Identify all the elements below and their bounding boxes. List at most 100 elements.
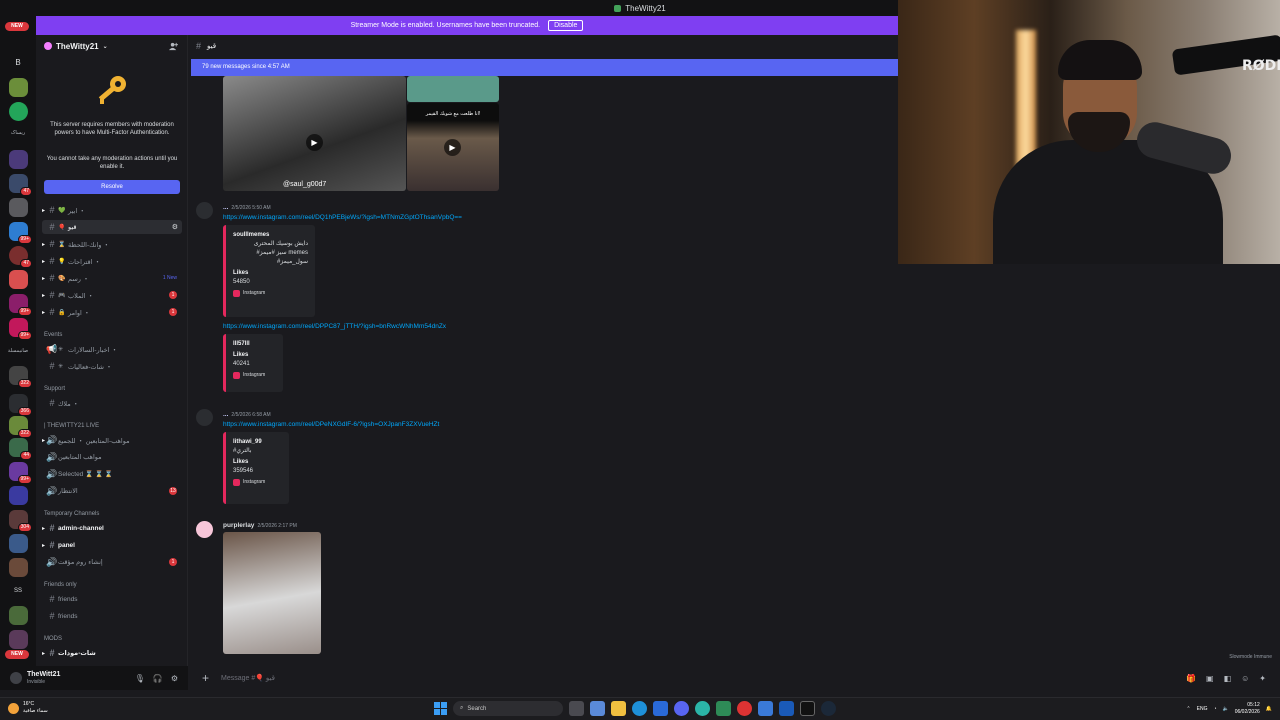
gif-icon[interactable]: ▣ <box>1206 674 1214 683</box>
embed-author[interactable]: lll57lll <box>233 340 276 349</box>
app-icon[interactable] <box>779 701 794 716</box>
headphones-icon[interactable]: 🎧 <box>153 674 163 683</box>
server-icon[interactable] <box>9 630 28 649</box>
channel-item[interactable]: ▸ # 💚 ابير ・ <box>42 203 182 217</box>
server-icon[interactable] <box>9 558 28 577</box>
gift-icon[interactable]: 🎁 <box>1186 674 1196 683</box>
file-explorer-icon[interactable] <box>611 701 626 716</box>
weather-widget[interactable]: 16°C سماء صافية <box>8 701 48 715</box>
server-icon[interactable]: 44 <box>9 438 32 460</box>
channel-item[interactable]: ▸ # 🔒 اوامر ・ 1 <box>42 305 182 319</box>
app-icon[interactable] <box>737 701 752 716</box>
resolve-button[interactable]: Resolve <box>44 180 180 194</box>
tray-chevron-icon[interactable]: ⌃ <box>1186 706 1190 712</box>
channel-item[interactable]: 🔊 Selected ⌛ ⌛ ⌛ <box>42 467 182 481</box>
obs-icon[interactable] <box>800 701 815 716</box>
server-icon[interactable]: 99+ <box>9 222 32 244</box>
server-icon[interactable]: 322 <box>9 366 32 388</box>
gear-icon[interactable]: ⚙ <box>171 674 178 683</box>
avatar[interactable] <box>196 202 213 219</box>
notification-bell-icon[interactable]: 🔔 <box>1266 706 1272 712</box>
server-icon[interactable] <box>9 486 28 505</box>
server-icon[interactable]: 99+ <box>9 294 32 316</box>
new-messages-bar[interactable]: 79 new messages since 4:57 AM <box>191 59 898 76</box>
message-input[interactable]: Message #🎈 قيو <box>221 674 275 682</box>
video-attachment[interactable]: ▶ @saul_g00d7 <box>223 76 406 191</box>
wifi-icon[interactable]: ◔ <box>1213 706 1216 712</box>
server-icon[interactable]: 366 <box>9 394 32 416</box>
message-link[interactable]: https://www.instagram.com/reel/DQ1hPEBje… <box>223 214 462 221</box>
category-mods[interactable]: MODS <box>44 636 62 642</box>
channel-item[interactable]: 🔊 الانتظار 13 <box>42 484 182 498</box>
task-view-icon[interactable] <box>569 701 584 716</box>
server-icon[interactable] <box>9 78 28 97</box>
message-author[interactable]: purplerlay <box>223 522 254 529</box>
server-icon[interactable]: 47 <box>9 246 32 268</box>
channel-item[interactable]: ▸ # 💡 اقتراحات ・ <box>42 254 182 268</box>
microphone-icon[interactable]: 🎙 <box>135 674 145 683</box>
channel-item[interactable]: # friends <box>42 592 182 606</box>
play-icon[interactable]: ▶ <box>306 134 323 151</box>
steam-icon[interactable] <box>821 701 836 716</box>
channel-item[interactable]: ▸ # 🎨 رسم ・ 1 New <box>42 271 182 285</box>
server-letter-b[interactable]: B <box>2 58 34 67</box>
new-unreads-pill[interactable]: NEW <box>5 22 29 31</box>
category-live[interactable]: | THEWITTY21 LIVE <box>44 423 99 429</box>
channel-item[interactable]: ▸ # ⌛ وانك-اللحظة ・ <box>42 237 182 251</box>
server-icon[interactable] <box>9 102 28 121</box>
channel-item[interactable]: 🔊 مواهب المتابعين <box>42 450 182 464</box>
windows-start-icon[interactable] <box>434 702 447 715</box>
guild-header[interactable]: TheWitty21 ⌄ <box>36 35 188 57</box>
volume-icon[interactable]: 🔈 <box>1223 706 1229 712</box>
category-events[interactable]: Events <box>44 332 62 338</box>
app-icon[interactable] <box>590 701 605 716</box>
embed-author[interactable]: lithawi_99 <box>233 438 282 447</box>
play-icon[interactable]: ▶ <box>444 139 461 156</box>
channel-item[interactable]: # friends <box>42 609 182 623</box>
server-icon[interactable] <box>9 150 28 169</box>
channel-item[interactable]: 🔊 إنشاء روم مؤقت 1 <box>42 555 182 569</box>
server-letter-ss[interactable]: SS <box>2 588 34 594</box>
server-icon[interactable] <box>9 606 28 625</box>
emoji-icon[interactable]: ☺ <box>1241 674 1249 683</box>
server-icon[interactable]: 304 <box>9 510 32 532</box>
channel-item[interactable]: ▸ # 🎮 الملاب ・ 1 <box>42 288 182 302</box>
discord-icon[interactable] <box>674 701 689 716</box>
server-icon[interactable]: 322 <box>9 416 32 438</box>
sticker-icon[interactable]: ◧ <box>1224 674 1232 683</box>
server-label[interactable]: ریساک <box>2 130 34 136</box>
category-support[interactable]: Support <box>44 386 65 392</box>
disable-streamer-button[interactable]: Disable <box>548 20 584 31</box>
chrome-icon[interactable] <box>695 701 710 716</box>
message-author[interactable]: ... <box>223 204 228 211</box>
channel-item-active[interactable]: # 🎈 قيو ⚙ <box>42 220 182 234</box>
channel-settings-icon[interactable]: ⚙ <box>172 223 178 231</box>
server-icon[interactable]: 99+ <box>9 318 32 340</box>
avatar[interactable] <box>196 521 213 538</box>
add-attachment-icon[interactable]: + <box>202 671 209 685</box>
message-link[interactable]: https://www.instagram.com/reel/DPPC87_jT… <box>223 323 446 330</box>
channel-item[interactable]: 📢 ✳ اخبار-السالارات ・ <box>42 342 182 356</box>
apps-icon[interactable]: ✦ <box>1259 674 1266 683</box>
video-attachment[interactable]: انا طلعت مع شوبك القيمر! ▶ <box>407 103 499 191</box>
image-attachment[interactable] <box>407 76 499 102</box>
app-icon[interactable] <box>758 701 773 716</box>
store-icon[interactable] <box>653 701 668 716</box>
category-friends[interactable]: Friends only <box>44 582 77 588</box>
channel-item[interactable]: ▸ # شات-مودات <box>42 646 182 660</box>
server-label[interactable]: صانيمسلة <box>2 348 34 354</box>
server-icon[interactable]: 47 <box>9 174 32 196</box>
edge-icon[interactable] <box>632 701 647 716</box>
message-author[interactable]: ... <box>223 411 228 418</box>
channel-item[interactable]: # ملاك ・ <box>42 396 182 410</box>
app-icon[interactable] <box>716 701 731 716</box>
category-temp[interactable]: Temporary Channels <box>44 511 99 517</box>
channel-item[interactable]: # ✳ شات-فعاليات ・ <box>42 359 182 373</box>
invite-people-icon[interactable] <box>169 42 178 51</box>
message-link[interactable]: https://www.instagram.com/reel/DPeNXGdIF… <box>223 421 439 428</box>
channel-item[interactable]: ▸ 🔊 مواهب-المتابعين ・ للجميع <box>42 433 182 447</box>
embed-author[interactable]: soulllmemes <box>233 231 308 240</box>
message-composer[interactable]: + Message #🎈 قيو 🎁 ▣ ◧ ☺ ✦ <box>188 666 1280 690</box>
image-attachment[interactable] <box>223 532 321 654</box>
channel-item[interactable]: ▸ # panel <box>42 538 182 552</box>
